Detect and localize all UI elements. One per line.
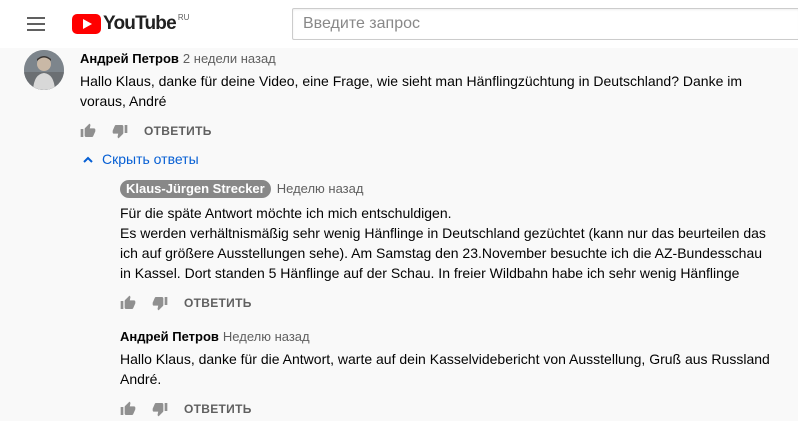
thumbs-up-icon[interactable]: [120, 401, 136, 417]
reply-button[interactable]: ОТВЕТИТЬ: [144, 124, 212, 138]
reply-header: Klaus-Jürgen Strecker Неделю назад: [120, 180, 363, 198]
reply-button[interactable]: ОТВЕТИТЬ: [184, 402, 252, 416]
reply-actions: ОТВЕТИТЬ: [120, 295, 252, 311]
thumbs-down-icon[interactable]: [112, 123, 128, 139]
masthead: YouTube RU: [0, 0, 798, 48]
reply-author[interactable]: Андрей Петров: [120, 329, 219, 344]
comment-actions: ОТВЕТИТЬ: [80, 123, 212, 139]
thumbs-up-icon[interactable]: [80, 123, 96, 139]
search-input[interactable]: [292, 8, 798, 40]
thumbs-down-icon[interactable]: [152, 295, 168, 311]
comment-time[interactable]: 2 недели назад: [183, 51, 276, 66]
reply-author-badge[interactable]: Klaus-Jürgen Strecker: [120, 180, 271, 198]
reply-header: Андрей Петров Неделю назад: [120, 328, 310, 346]
thumbs-down-icon[interactable]: [152, 401, 168, 417]
hide-replies-button[interactable]: Скрыть ответы: [80, 150, 199, 168]
avatar[interactable]: [24, 50, 64, 90]
reply-time[interactable]: Неделю назад: [277, 181, 364, 196]
logo-text: YouTube: [103, 13, 177, 34]
reply-text: Hallo Klaus, danke für die Antwort, wart…: [120, 351, 770, 387]
chevron-up-icon: [80, 151, 96, 167]
logo-region-code: RU: [177, 13, 190, 22]
youtube-logo[interactable]: YouTube RU: [72, 13, 189, 35]
hide-replies-label: Скрыть ответы: [102, 151, 199, 167]
youtube-play-icon: [72, 14, 101, 34]
reply-text: Für die späte Antwort möchte ich mich en…: [120, 205, 766, 281]
menu-icon[interactable]: [24, 12, 48, 36]
reply-button[interactable]: ОТВЕТИТЬ: [184, 296, 252, 310]
thumbs-up-icon[interactable]: [120, 295, 136, 311]
reply-actions: ОТВЕТИТЬ: [120, 401, 252, 417]
reply-time[interactable]: Неделю назад: [223, 329, 310, 344]
comment-text: Hallo Klaus, danke für deine Video, eine…: [80, 73, 743, 109]
comment-header: Андрей Петров 2 недели назад: [80, 50, 276, 68]
comment-author[interactable]: Андрей Петров: [80, 51, 179, 66]
